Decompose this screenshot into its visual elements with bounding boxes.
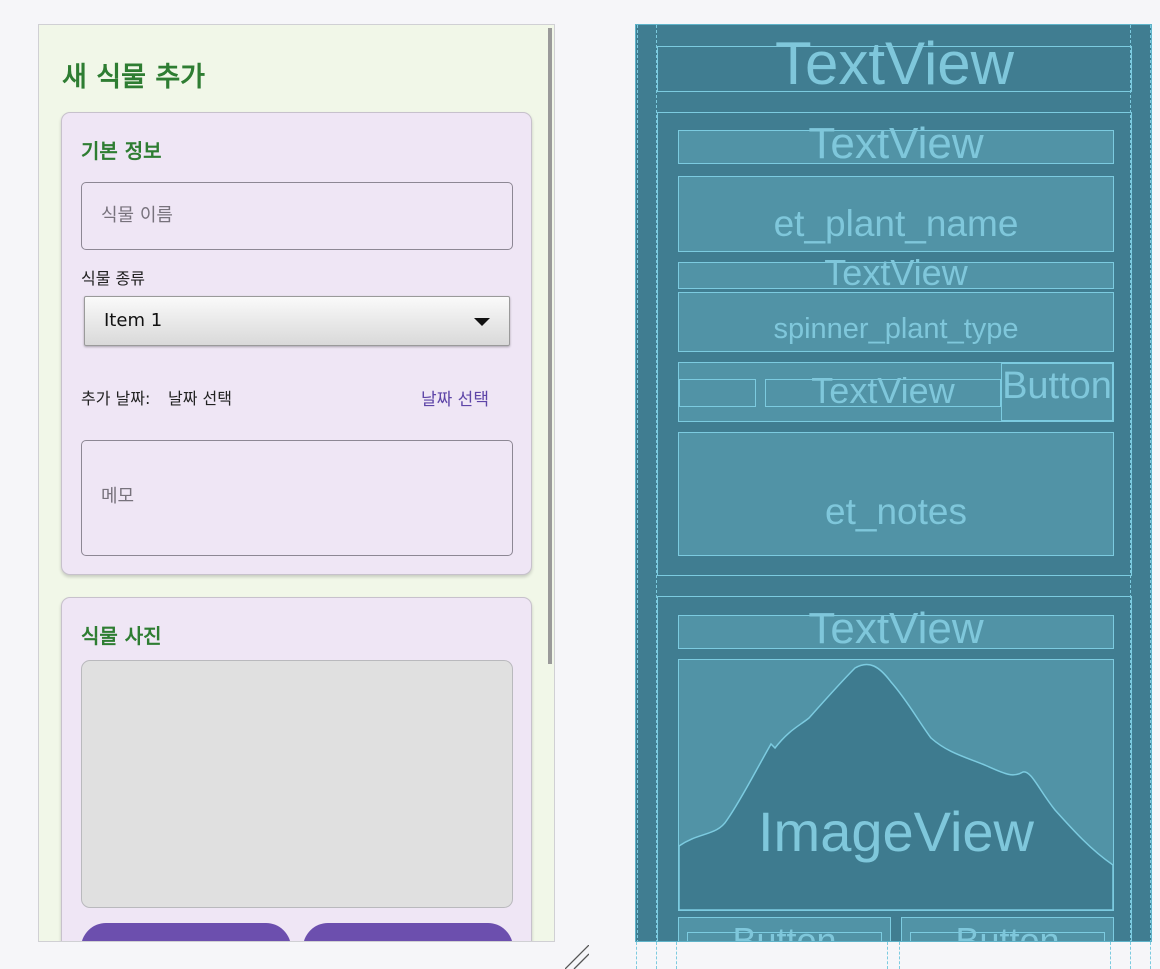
bp-title-label: TextView: [774, 30, 1014, 97]
page-title: 새 식물 추가: [62, 62, 205, 93]
basic-info-card: 기본 정보 식물 이름 식물 종류 Item 1 추가 날짜: 날짜 선택 날짜…: [61, 112, 532, 575]
bp-card2-title[interactable]: TextView: [678, 604, 1114, 653]
bp-button-1-label: Button: [732, 920, 837, 942]
bp-button-1[interactable]: Button: [678, 917, 891, 942]
bp-card1: TextView et_plant_name TextView spinner_…: [657, 112, 1132, 576]
bp-date-text-label: TextView: [811, 370, 955, 411]
guide-line: [887, 942, 888, 969]
photo-button-2[interactable]: [303, 923, 513, 941]
bp-spinner[interactable]: spinner_plant_type: [678, 292, 1114, 352]
bp-button-2-label: Button: [955, 920, 1060, 942]
guide-line: [676, 942, 677, 969]
photo-button-1[interactable]: [81, 923, 291, 941]
bp-type-label-text: TextView: [824, 252, 968, 293]
guide-line: [636, 942, 637, 969]
mountain-icon: [679, 663, 1113, 910]
bp-date-button[interactable]: Button: [1001, 363, 1113, 421]
date-label: 추가 날짜:: [81, 389, 151, 408]
bp-date-text[interactable]: TextView: [765, 370, 1001, 411]
bp-plant-name[interactable]: et_plant_name: [678, 176, 1114, 252]
plant-photo[interactable]: [81, 660, 513, 908]
guide-line: [1130, 942, 1131, 969]
bp-imageview-label: ImageView: [757, 800, 1034, 863]
bp-card2-title-label: TextView: [808, 604, 984, 653]
bp-notes-label: et_notes: [825, 491, 967, 532]
guide-line: [899, 942, 900, 969]
bp-plant-name-label: et_plant_name: [773, 203, 1019, 244]
photo-card: 식물 사진: [61, 597, 532, 941]
select-date-button[interactable]: 날짜 선택: [421, 385, 489, 410]
dropdown-arrow-icon: [474, 318, 490, 326]
guide-line: [1150, 25, 1151, 941]
guide-line: [637, 25, 638, 941]
basic-info-title: 기본 정보: [81, 139, 162, 163]
notes-input[interactable]: 메모: [81, 440, 513, 556]
plant-type-label: 식물 종류: [81, 269, 145, 288]
bp-date-row: TextView Button: [678, 362, 1114, 422]
bp-card2: TextView ImageView Button Button: [657, 596, 1132, 942]
guide-line: [1110, 942, 1111, 969]
blueprint-preview: TextView TextView et_plant_name TextView…: [635, 24, 1152, 942]
resize-handle-icon[interactable]: [565, 945, 589, 969]
bp-button-2[interactable]: Button: [901, 917, 1114, 942]
guide-line: [656, 942, 657, 969]
bp-type-label[interactable]: TextView: [678, 252, 1114, 293]
bp-title-textview[interactable]: TextView: [657, 30, 1132, 97]
bp-notes[interactable]: et_notes: [678, 432, 1114, 556]
plant-type-spinner[interactable]: Item 1: [84, 296, 510, 346]
guide-line: [1150, 942, 1151, 969]
date-value: 날짜 선택: [168, 389, 232, 408]
bp-spinner-label: spinner_plant_type: [773, 313, 1019, 345]
design-preview: 새 식물 추가 기본 정보 식물 이름 식물 종류 Item 1 추가 날짜: …: [38, 24, 555, 942]
bp-card1-title-label: TextView: [808, 119, 984, 168]
bp-date-label: [679, 379, 756, 407]
scrollbar[interactable]: [548, 28, 552, 664]
bp-date-button-label: Button: [1002, 365, 1112, 407]
bp-imageview[interactable]: ImageView: [678, 659, 1114, 911]
bp-card1-title[interactable]: TextView: [678, 119, 1114, 168]
plant-name-input[interactable]: 식물 이름: [81, 182, 513, 250]
photo-title: 식물 사진: [81, 624, 162, 648]
spinner-value: Item 1: [104, 310, 163, 331]
